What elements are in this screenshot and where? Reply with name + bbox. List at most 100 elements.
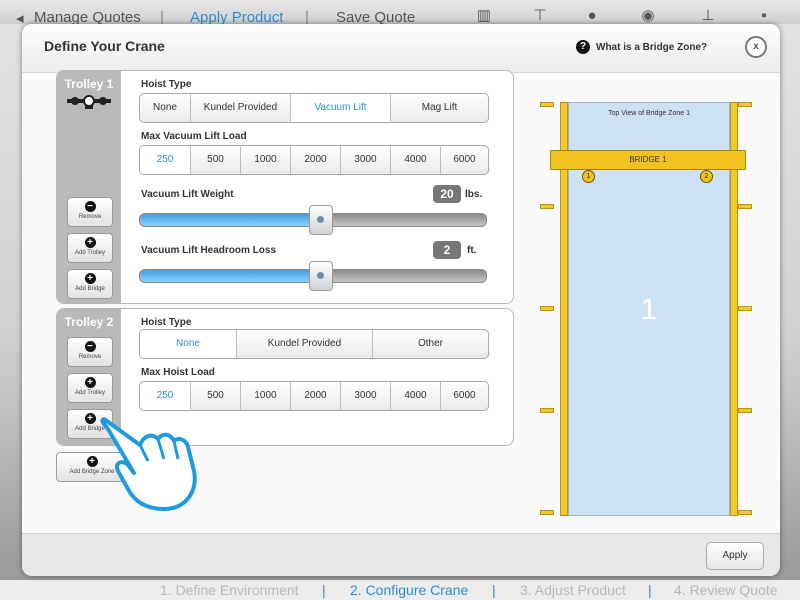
rail-support xyxy=(540,306,554,311)
remove-trolley-2-button[interactable]: − Remove xyxy=(67,337,113,367)
bridge-zone-title: Top View of Bridge Zone 1 xyxy=(608,110,690,117)
load-option-250[interactable]: 250 xyxy=(140,146,190,174)
trolley-2-title: Trolley 2 xyxy=(64,315,114,329)
question-icon: ? xyxy=(576,40,590,54)
step-configure-crane[interactable]: 2. Configure Crane xyxy=(350,582,468,598)
vacuum-lift-weight-slider[interactable] xyxy=(139,205,487,235)
load-option-2000[interactable]: 2000 xyxy=(290,146,340,174)
max-vacuum-lift-load-label: Max Vacuum Lift Load xyxy=(141,131,247,142)
app-toolbar: ◂ Manage Quotes | Apply Product | Save Q… xyxy=(0,0,800,27)
help-icon[interactable]: ● xyxy=(584,8,600,23)
slider-fill xyxy=(140,214,320,226)
plus-icon: + xyxy=(84,377,96,388)
load-option-1000[interactable]: 1000 xyxy=(240,146,290,174)
load-option-3000[interactable]: 3000 xyxy=(340,146,390,174)
load-option-6000[interactable]: 6000 xyxy=(440,146,488,174)
load-option-4000[interactable]: 4000 xyxy=(390,382,440,410)
trolley-1-hoist-type-selector: None Kundel Provided Vacuum Lift Mag Lif… xyxy=(139,93,489,123)
hoist-option-mag-lift[interactable]: Mag Lift xyxy=(390,94,488,122)
load-option-1000[interactable]: 1000 xyxy=(240,382,290,410)
add-bridge-label: Add Bridge xyxy=(75,286,105,292)
progress-steps: 1. Define Environment | 2. Configure Cra… xyxy=(0,580,800,600)
hoist-option-other[interactable]: Other xyxy=(372,330,488,358)
plus-icon: + xyxy=(84,413,96,424)
load-option-4000[interactable]: 4000 xyxy=(390,146,440,174)
plus-icon: + xyxy=(84,237,96,248)
dialog-footer: Apply xyxy=(22,533,780,576)
plus-icon: + xyxy=(86,456,98,467)
vacuum-lift-weight-value: 20 xyxy=(433,185,461,203)
joystick-icon[interactable]: ⊥ xyxy=(700,8,716,23)
trolley-1-panel: Trolley 1 − Remove + Add Trolley + Add B… xyxy=(56,70,514,304)
add-trolley-button[interactable]: + Add Trolley xyxy=(67,233,113,263)
remove-trolley-1-button[interactable]: − Remove xyxy=(67,197,113,227)
weight-unit: lbs. xyxy=(465,189,483,200)
rail-support xyxy=(540,204,554,209)
add-trolley-label: Add Trolley xyxy=(74,250,105,256)
load-option-500[interactable]: 500 xyxy=(190,146,240,174)
load-option-6000[interactable]: 6000 xyxy=(440,382,488,410)
slider-thumb[interactable] xyxy=(308,261,333,291)
remove-label: Remove xyxy=(78,354,102,360)
hoist-type-label: Hoist Type xyxy=(141,317,192,328)
slider-thumb[interactable] xyxy=(308,205,333,235)
trolley-1-hook-icon[interactable]: 1 xyxy=(582,168,595,184)
rail-support xyxy=(540,510,554,515)
rail-support xyxy=(540,408,554,413)
crane-icon[interactable]: ⊤ xyxy=(532,8,548,23)
hoist-option-none[interactable]: None xyxy=(140,330,236,358)
plus-icon: + xyxy=(84,273,96,284)
trolley-1-load-selector: 250 500 1000 2000 3000 4000 6000 xyxy=(139,145,489,175)
vacuum-lift-headroom-loss-label: Vacuum Lift Headroom Loss xyxy=(141,245,277,256)
remove-label: Remove xyxy=(78,214,102,220)
rail-support xyxy=(738,408,752,413)
add-bridge-button[interactable]: + Add Bridge xyxy=(67,269,113,299)
dialog-title: Define Your Crane xyxy=(44,38,165,54)
trolley-1-sidebar: Trolley 1 − Remove + Add Trolley + Add B… xyxy=(57,71,121,303)
step-separator: | xyxy=(648,582,652,598)
rail-support xyxy=(738,510,752,515)
step-separator: | xyxy=(322,582,326,598)
close-button[interactable]: x xyxy=(745,36,767,58)
headroom-loss-slider[interactable] xyxy=(139,261,487,291)
hoist-type-label: Hoist Type xyxy=(141,79,192,90)
rail-support xyxy=(738,102,752,107)
add-trolley-label: Add Trolley xyxy=(74,390,105,396)
max-hoist-load-label: Max Hoist Load xyxy=(141,367,215,378)
bridge-1[interactable]: BRIDGE 1 xyxy=(550,150,746,170)
hoist-option-kundel-provided[interactable]: Kundel Provided xyxy=(236,330,372,358)
apply-button[interactable]: Apply xyxy=(706,542,764,570)
hook-number: 1 xyxy=(582,170,595,183)
add-trolley-button[interactable]: + Add Trolley xyxy=(67,373,113,403)
bridge-zone-number: 1 xyxy=(640,293,658,326)
step-review-quote[interactable]: 4. Review Quote xyxy=(674,582,778,598)
trolley-1-title: Trolley 1 xyxy=(64,77,114,91)
bridge-zone-help-link[interactable]: ? What is a Bridge Zone? xyxy=(576,40,707,54)
hoist-option-kundel-provided[interactable]: Kundel Provided xyxy=(190,94,290,122)
slider-fill xyxy=(140,270,320,282)
vacuum-lift-weight-label: Vacuum Lift Weight xyxy=(141,189,234,200)
trolley-2-hook-icon[interactable]: 2 xyxy=(700,168,713,184)
hook-number: 2 xyxy=(700,170,713,183)
load-option-3000[interactable]: 3000 xyxy=(340,382,390,410)
step-adjust-product[interactable]: 3. Adjust Product xyxy=(520,582,626,598)
trolley-2-hoist-type-selector: None Kundel Provided Other xyxy=(139,329,489,359)
minus-icon: − xyxy=(84,201,96,212)
rail-support xyxy=(738,204,752,209)
building-icon[interactable]: ▥ xyxy=(476,8,492,23)
step-separator: | xyxy=(492,582,496,598)
trash-icon[interactable]: ▪ xyxy=(756,8,772,23)
trolley-icon xyxy=(67,95,111,109)
help-label: What is a Bridge Zone? xyxy=(596,41,708,53)
load-option-2000[interactable]: 2000 xyxy=(290,382,340,410)
step-define-environment[interactable]: 1. Define Environment xyxy=(160,582,299,598)
eye-icon[interactable]: ◉ xyxy=(640,8,656,23)
headroom-unit: ft. xyxy=(467,245,477,256)
rail-support xyxy=(540,102,554,107)
dialog-header: Define Your Crane ? What is a Bridge Zon… xyxy=(22,24,780,73)
minus-icon: − xyxy=(84,341,96,352)
headroom-loss-value: 2 xyxy=(433,241,461,259)
hoist-option-none[interactable]: None xyxy=(140,94,190,122)
rail-support xyxy=(738,306,752,311)
hoist-option-vacuum-lift[interactable]: Vacuum Lift xyxy=(290,94,390,122)
